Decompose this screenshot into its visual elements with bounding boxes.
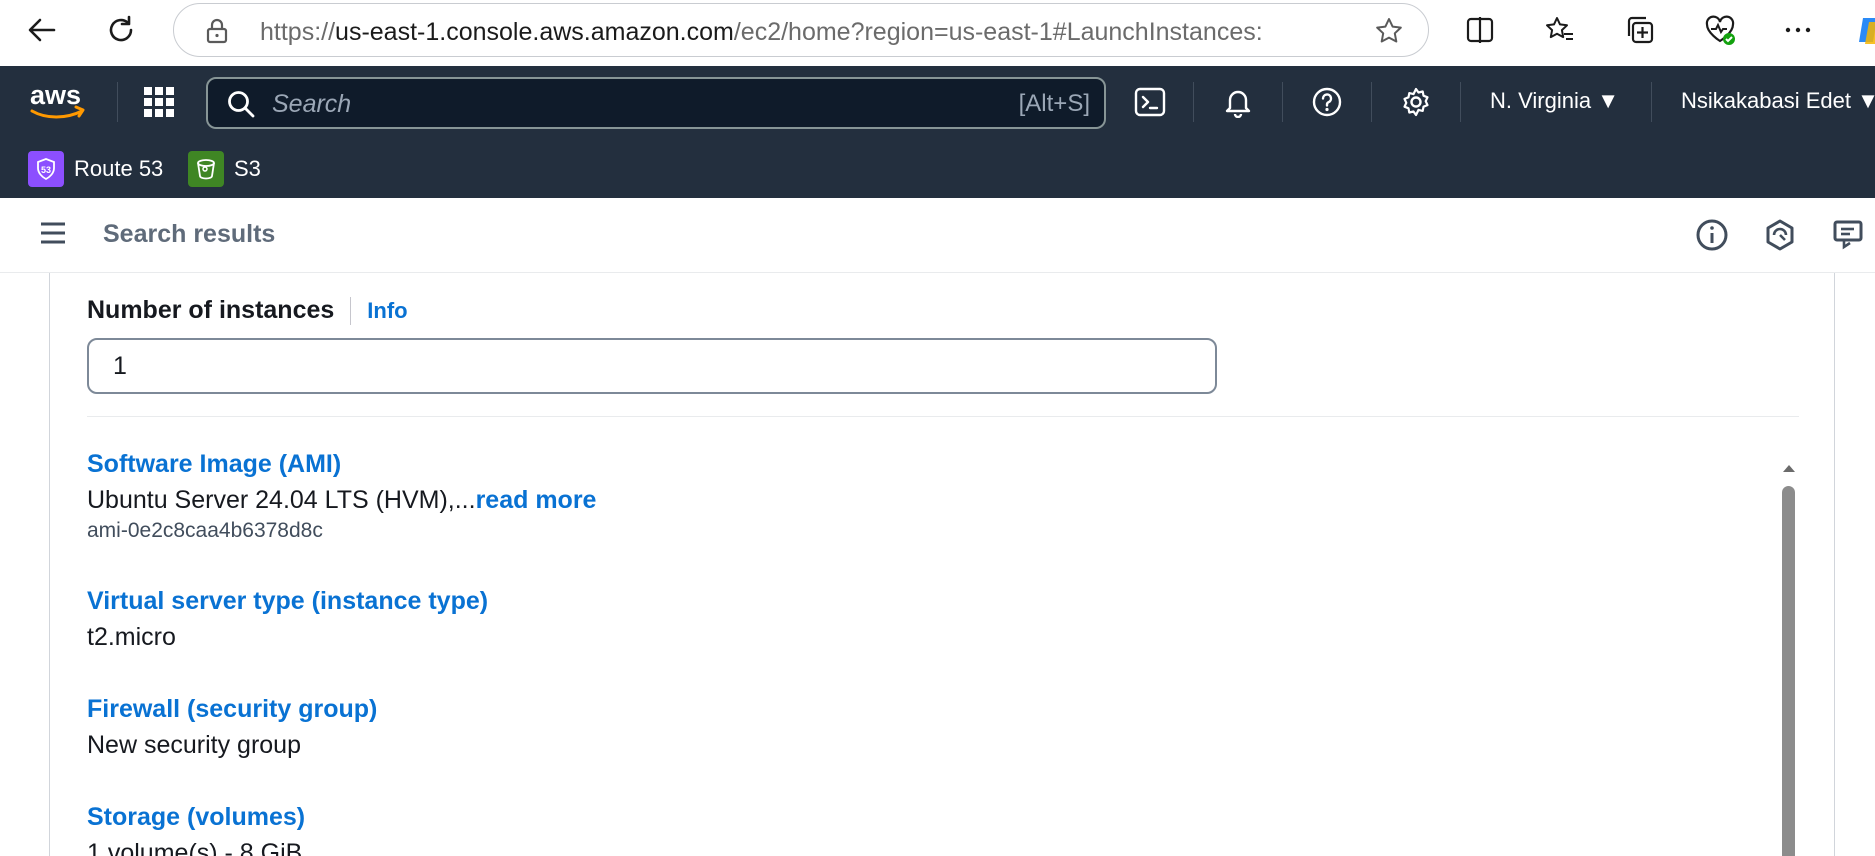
collections-icon[interactable] — [1622, 12, 1658, 48]
info-panel-icon[interactable] — [1693, 216, 1731, 254]
help-icon[interactable] — [1309, 84, 1345, 120]
favorite-label: S3 — [234, 156, 261, 181]
lock-icon[interactable] — [206, 18, 228, 49]
section-divider — [87, 416, 1799, 417]
aws-logo[interactable]: aws — [28, 80, 88, 127]
favorite-label: Route 53 — [74, 156, 164, 181]
address-bar[interactable]: https://us-east-1.console.aws.amazon.com… — [173, 3, 1429, 57]
instance-type-summary-link[interactable]: Virtual server type (instance type) — [87, 587, 488, 616]
account-menu[interactable]: Nsikakabasi Edet ▼ — [1681, 88, 1875, 114]
search-shortcut: [Alt+S] — [1018, 90, 1090, 117]
menu-hamburger-icon[interactable] — [38, 218, 68, 253]
header-divider — [1371, 82, 1372, 122]
copilot-icon[interactable] — [1852, 12, 1875, 48]
header-divider — [1460, 82, 1461, 122]
read-more-link[interactable]: read more — [476, 486, 597, 514]
feedback-icon[interactable] — [1830, 216, 1868, 254]
favorites-icon[interactable] — [1542, 12, 1578, 48]
search-placeholder: Search — [272, 90, 352, 118]
scroll-up-arrow-icon[interactable] — [1782, 460, 1796, 478]
storage-value: 1 volume(s) - 8 GiB — [87, 839, 303, 856]
ami-summary-link[interactable]: Software Image (AMI) — [87, 450, 341, 479]
split-screen-icon[interactable] — [1462, 12, 1498, 48]
notifications-bell-icon[interactable] — [1220, 84, 1256, 120]
cloudshell-icon[interactable] — [1132, 84, 1168, 120]
favorite-s3[interactable]: S3 — [188, 151, 261, 187]
firewall-value: New security group — [87, 731, 301, 759]
storage-summary-link[interactable]: Storage (volumes) — [87, 803, 305, 832]
scrollbar-thumb[interactable] — [1782, 486, 1795, 856]
refresh-icon[interactable] — [103, 12, 139, 48]
favorites-bar: 53 Route 53 S3 — [0, 138, 1875, 198]
header-divider — [1193, 82, 1194, 122]
header-divider — [117, 82, 118, 122]
instance-type-value: t2.micro — [87, 623, 176, 651]
firewall-summary-link[interactable]: Firewall (security group) — [87, 695, 377, 724]
security-shield-icon[interactable] — [1761, 216, 1799, 254]
back-icon[interactable] — [24, 12, 60, 48]
console-search-input[interactable]: Search [Alt+S] — [206, 77, 1106, 129]
breadcrumb: Search results — [103, 220, 276, 248]
info-link[interactable]: Info — [367, 298, 407, 324]
s3-icon — [188, 151, 224, 187]
svg-text:53: 53 — [41, 165, 51, 175]
settings-gear-icon[interactable] — [1398, 84, 1434, 120]
launch-summary-panel: Number of instances Info 1 Software Imag… — [49, 273, 1835, 856]
favorite-route53[interactable]: 53 Route 53 — [28, 151, 163, 187]
favorite-star-icon[interactable] — [1374, 16, 1404, 51]
ami-summary-value: Ubuntu Server 24.04 LTS (HVM),...read mo… — [87, 486, 597, 514]
route53-icon: 53 — [28, 151, 64, 187]
number-of-instances-input[interactable]: 1 — [87, 338, 1217, 394]
main-content: Number of instances Info 1 Software Imag… — [0, 273, 1875, 856]
header-divider — [1651, 82, 1652, 122]
instances-label: Number of instances — [87, 296, 335, 324]
caret-down-icon: ▼ — [1857, 88, 1875, 113]
more-options-icon[interactable] — [1780, 12, 1816, 48]
browser-essentials-icon[interactable] — [1702, 12, 1738, 48]
instances-label-row: Number of instances Info — [87, 296, 408, 325]
search-icon — [226, 89, 256, 124]
url-text: https://us-east-1.console.aws.amazon.com… — [260, 18, 1263, 46]
label-divider — [350, 296, 352, 325]
caret-down-icon: ▼ — [1597, 88, 1619, 113]
ami-id: ami-0e2c8caa4b6378d8c — [87, 519, 323, 542]
region-selector[interactable]: N. Virginia ▼ — [1490, 88, 1619, 114]
browser-toolbar: https://us-east-1.console.aws.amazon.com… — [0, 0, 1875, 66]
services-menu-icon[interactable] — [143, 86, 175, 123]
aws-console-header: aws Search [Alt+S] N. Virginia ▼ Nsikaka… — [0, 66, 1875, 138]
breadcrumb-bar: Search results — [0, 198, 1875, 273]
header-divider — [1282, 82, 1283, 122]
svg-text:aws: aws — [30, 80, 81, 110]
